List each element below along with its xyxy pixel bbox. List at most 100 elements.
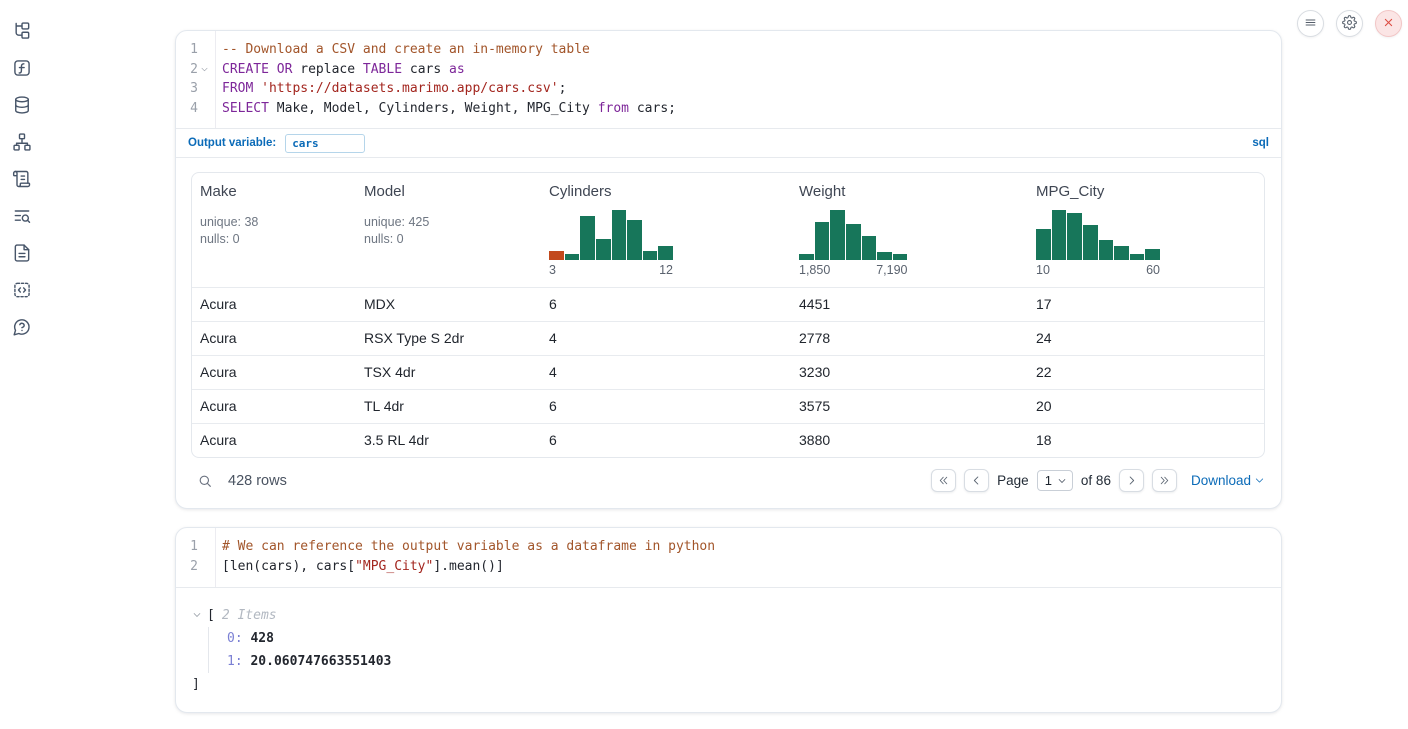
sidebar-item-logs[interactable]	[11, 206, 33, 228]
chevron-down-icon	[1254, 475, 1265, 486]
output-variable-input[interactable]	[285, 134, 365, 153]
line-number: 1	[190, 40, 198, 60]
column-histogram[interactable]: 312	[549, 210, 673, 277]
column-header-mpg_city[interactable]: MPG_City 1060	[1028, 173, 1264, 287]
column-header-model[interactable]: Modelunique: 425nulls: 0	[356, 173, 541, 287]
histogram-bar[interactable]	[612, 210, 627, 260]
column-header-cylinders[interactable]: Cylinders312	[541, 173, 791, 287]
histogram-bar[interactable]	[846, 224, 861, 260]
line-number: 3	[190, 79, 198, 99]
column-header-make[interactable]: Makeunique: 38nulls: 0	[192, 173, 356, 287]
table-row: AcuraRSX Type S 2dr4277824	[192, 321, 1264, 355]
histogram-bar[interactable]	[1036, 229, 1051, 260]
code-text[interactable]: FROM 'https://datasets.marimo.app/cars.c…	[213, 79, 566, 99]
code-text[interactable]: CREATE OR replace TABLE cars as	[213, 60, 465, 80]
line-gutter: 1	[176, 537, 213, 557]
table-cell: Acura	[192, 288, 356, 321]
histogram-bar[interactable]	[658, 246, 673, 260]
shutdown-button[interactable]	[1375, 10, 1402, 37]
sidebar-item-dependencies[interactable]	[11, 132, 33, 154]
search-icon	[197, 473, 213, 489]
table-cell: 3880	[791, 424, 1028, 457]
row-count-label: 428 rows	[228, 473, 287, 489]
sidebar-item-help[interactable]	[11, 317, 33, 339]
histogram-bar[interactable]	[893, 254, 908, 260]
histogram-bar[interactable]	[627, 220, 642, 260]
tree-open-bracket: [	[207, 604, 215, 627]
column-name: MPG_City	[1036, 183, 1256, 200]
documentation-icon	[12, 243, 32, 266]
code-text[interactable]: [len(cars), cars["MPG_City"].mean()]	[213, 557, 504, 577]
code-line[interactable]: 3 FROM 'https://datasets.marimo.app/cars.…	[176, 79, 1281, 99]
page-select-value: 1	[1045, 473, 1052, 488]
histogram-bar[interactable]	[643, 251, 658, 260]
table-row: Acura3.5 RL 4dr6388018	[192, 423, 1264, 457]
data-table: Makeunique: 38nulls: 0Modelunique: 425nu…	[191, 172, 1265, 458]
column-header-weight[interactable]: Weight 1,8507,190	[791, 173, 1028, 287]
sidebar-item-scratchpad[interactable]	[11, 169, 33, 191]
code-line[interactable]: 1 -- Download a CSV and create an in-memo…	[176, 40, 1281, 60]
histogram-bar[interactable]	[830, 210, 845, 260]
code-line[interactable]: 1# We can reference the output variable …	[176, 537, 1281, 557]
collapse-chevron-icon[interactable]	[192, 610, 203, 620]
search-button[interactable]	[197, 473, 213, 489]
table-cell: Acura	[192, 356, 356, 389]
histogram-bar[interactable]	[565, 254, 580, 260]
line-gutter: 2	[176, 557, 213, 577]
histogram-bar[interactable]	[1052, 210, 1067, 260]
page-select[interactable]: 1	[1037, 470, 1073, 491]
sql-cell: 1 -- Download a CSV and create an in-memo…	[175, 30, 1282, 509]
code-text[interactable]: SELECT Make, Model, Cylinders, Weight, M…	[213, 99, 676, 119]
column-histogram[interactable]: 1,8507,190	[799, 210, 908, 277]
histogram-bar[interactable]	[1099, 240, 1114, 260]
histogram-bar[interactable]	[815, 222, 830, 260]
table-cell: 3230	[791, 356, 1028, 389]
histogram-bar[interactable]	[1145, 249, 1160, 260]
histogram-bar[interactable]	[1114, 246, 1129, 260]
column-histogram[interactable]: 1060	[1036, 210, 1160, 277]
tree-value: 20.060747663551403	[250, 654, 391, 669]
table-header-row: Makeunique: 38nulls: 0Modelunique: 425nu…	[192, 173, 1264, 287]
code-line[interactable]: 2[len(cars), cars["MPG_City"].mean()]	[176, 557, 1281, 577]
histogram-bar[interactable]	[862, 236, 877, 260]
histogram-bar[interactable]	[580, 216, 595, 260]
code-line[interactable]: 4SELECT Make, Model, Cylinders, Weight, …	[176, 99, 1281, 119]
sidebar-item-explorer[interactable]	[11, 21, 33, 43]
histogram-bar[interactable]	[1130, 254, 1145, 260]
fold-slot	[198, 102, 211, 115]
code-text[interactable]: -- Download a CSV and create an in-memor…	[213, 40, 590, 60]
gutter-divider	[215, 528, 216, 586]
settings-button[interactable]	[1336, 10, 1363, 37]
code-line[interactable]: 2CREATE OR replace TABLE cars as	[176, 60, 1281, 80]
first-page-button[interactable]	[931, 469, 956, 492]
next-page-button[interactable]	[1119, 469, 1144, 492]
sql-editor[interactable]: 1 -- Download a CSV and create an in-memo…	[176, 31, 1281, 128]
previous-page-button[interactable]	[964, 469, 989, 492]
sidebar-item-datasources[interactable]	[11, 95, 33, 117]
histogram-bar[interactable]	[1083, 225, 1098, 260]
sidebar-item-documentation[interactable]	[11, 243, 33, 265]
tree-root-row: [ 2 Items	[192, 604, 1265, 627]
histogram-bar[interactable]	[596, 239, 611, 260]
code-text[interactable]: # We can reference the output variable a…	[213, 537, 715, 557]
tree-items-count: 2 Items	[222, 604, 277, 627]
tree-entry: 0: 428	[227, 627, 1265, 650]
python-cell-output: [ 2 Items 0: 4281: 20.060747663551403 ]	[176, 587, 1281, 712]
output-variable-label: Output variable:	[188, 137, 276, 149]
histogram-bar[interactable]	[549, 251, 564, 260]
histogram-bar[interactable]	[1067, 213, 1082, 260]
histogram-bar[interactable]	[799, 254, 814, 260]
sidebar-item-variables[interactable]	[11, 58, 33, 80]
line-gutter: 3	[176, 79, 213, 99]
fold-chevron-icon[interactable]	[198, 63, 211, 76]
histogram-min-label: 3	[549, 263, 556, 277]
table-cell: 20	[1028, 390, 1264, 423]
python-editor[interactable]: 1# We can reference the output variable …	[176, 528, 1281, 586]
column-name: Weight	[799, 183, 1020, 200]
histogram-bar[interactable]	[877, 252, 892, 260]
last-page-button[interactable]	[1152, 469, 1177, 492]
menu-button[interactable]	[1297, 10, 1324, 37]
download-button[interactable]: Download	[1191, 473, 1265, 488]
table-cell: 17	[1028, 288, 1264, 321]
sidebar-item-snippets[interactable]	[11, 280, 33, 302]
